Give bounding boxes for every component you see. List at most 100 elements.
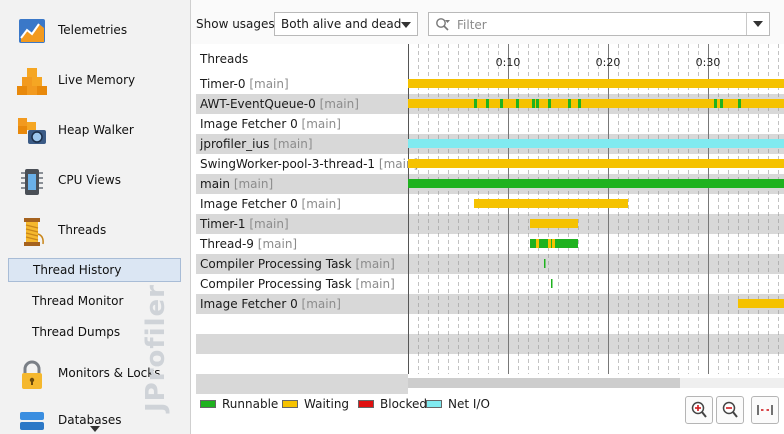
- sidebar-scroll-down-icon[interactable]: [90, 426, 100, 432]
- runnable-segment[interactable]: [474, 99, 477, 108]
- timeline-canvas[interactable]: 0:10 0:20 0:30: [408, 44, 784, 374]
- runnable-segment[interactable]: [486, 99, 489, 108]
- jprofiler-watermark: JProfiler: [126, 262, 186, 434]
- thread-name: SwingWorker-pool-3-thread-1 [main]: [200, 157, 418, 171]
- nav-cpu-views[interactable]: CPU Views: [0, 160, 190, 204]
- thread-name: Image Fetcher 0 [main]: [200, 297, 341, 311]
- thread-group: [main]: [249, 77, 289, 91]
- nav-live-memory[interactable]: Live Memory: [0, 60, 190, 104]
- nav-telemetries-label: Telemetries: [58, 23, 128, 37]
- thread-group: [main]: [233, 177, 274, 191]
- live-memory-icon: [17, 68, 47, 95]
- zoom-out-icon: [722, 401, 738, 418]
- horizontal-scrollbar[interactable]: [408, 378, 784, 388]
- sub-item-thread-monitor-label: Thread Monitor: [32, 294, 124, 308]
- show-usages-label: Show usages:: [196, 17, 279, 31]
- thread-row[interactable]: AWT-EventQueue-0 [main]: [196, 94, 408, 114]
- runnable-segment[interactable]: [578, 99, 581, 108]
- thread-group: [main]: [319, 97, 359, 111]
- thread-name-text: Image Fetcher 0: [200, 197, 298, 211]
- thread-row[interactable]: Compiler Processing Task [main]: [196, 254, 408, 274]
- thread-timeline[interactable]: 0:10 0:20 0:30: [408, 44, 784, 374]
- nav-heap-walker[interactable]: Heap Walker: [0, 110, 190, 154]
- row-stripe: [408, 254, 784, 274]
- thread-row[interactable]: Timer-1 [main]: [196, 214, 408, 234]
- fit-width-button[interactable]: [751, 396, 779, 424]
- thread-group: [main]: [355, 277, 395, 291]
- thread-row[interactable]: main [main]: [196, 174, 408, 194]
- waiting-segment[interactable]: [552, 239, 555, 248]
- legend-swatch: [282, 400, 298, 408]
- filter-input[interactable]: [455, 15, 749, 35]
- thread-group: [main]: [301, 297, 341, 311]
- threads-column-header[interactable]: Threads: [196, 44, 408, 74]
- thread-row[interactable]: Thread-9 [main]: [196, 234, 408, 254]
- thread-row[interactable]: Image Fetcher 0 [main]: [196, 194, 408, 214]
- filter-field[interactable]: [428, 12, 770, 36]
- runnable-segment[interactable]: [551, 279, 553, 288]
- thread-name: main [main]: [200, 177, 273, 191]
- thread-name-text: Timer-1: [200, 217, 246, 231]
- thread-name: Image Fetcher 0 [main]: [200, 197, 341, 211]
- runnable-segment[interactable]: [714, 99, 717, 108]
- runnable-segment[interactable]: [738, 99, 741, 108]
- legend-label: Net I/O: [448, 397, 490, 411]
- waiting-segment[interactable]: [536, 239, 539, 248]
- thread-state-bar[interactable]: [530, 219, 578, 228]
- thread-name-text: Thread-9: [200, 237, 254, 251]
- runnable-segment[interactable]: [516, 99, 519, 108]
- thread-state-bar[interactable]: [474, 199, 628, 208]
- thread-name-text: Timer-0: [200, 77, 246, 91]
- thread-name-text: main: [200, 177, 230, 191]
- runnable-segment[interactable]: [536, 99, 539, 108]
- thread-group: [main]: [301, 197, 341, 211]
- runnable-segment[interactable]: [544, 259, 546, 268]
- thread-row[interactable]: Image Fetcher 0 [main]: [196, 294, 408, 314]
- thread-name-text: Compiler Processing Task: [200, 277, 352, 291]
- thread-state-bar[interactable]: [408, 139, 784, 148]
- telemetries-icon: [19, 19, 45, 43]
- filter-history-dropdown[interactable]: [746, 13, 769, 35]
- thread-state-bar[interactable]: [408, 179, 784, 188]
- search-filter-icon: [436, 18, 450, 31]
- thread-row[interactable]: Timer-0 [main]: [196, 74, 408, 94]
- time-tick-label: 0:30: [696, 56, 721, 69]
- thread-row[interactable]: jprofiler_ius [main]: [196, 134, 408, 154]
- thread-name: AWT-EventQueue-0 [main]: [200, 97, 359, 111]
- thread-row[interactable]: Compiler Processing Task [main]: [196, 274, 408, 294]
- show-usages-select[interactable]: Both alive and dead: [274, 12, 418, 36]
- thread-name: Timer-1 [main]: [200, 217, 289, 231]
- thread-name-text: Image Fetcher 0: [200, 297, 298, 311]
- lock-icon: [22, 360, 42, 389]
- runnable-segment[interactable]: [500, 99, 503, 108]
- thread-name: Timer-0 [main]: [200, 77, 289, 91]
- legend-swatch: [426, 400, 442, 408]
- nav-threads[interactable]: Threads: [0, 210, 190, 254]
- thread-group: [main]: [249, 217, 289, 231]
- thread-state-bar[interactable]: [408, 159, 784, 168]
- waiting-segment[interactable]: [548, 239, 551, 248]
- nav-cpu-views-label: CPU Views: [58, 173, 121, 187]
- runnable-segment[interactable]: [568, 99, 571, 108]
- zoom-out-button[interactable]: [716, 396, 744, 424]
- thread-state-bar[interactable]: [408, 79, 784, 88]
- thread-name: jprofiler_ius [main]: [200, 137, 313, 151]
- runnable-segment[interactable]: [720, 99, 723, 108]
- thread-name-text: AWT-EventQueue-0: [200, 97, 316, 111]
- thread-name: Thread-9 [main]: [200, 237, 297, 251]
- thread-state-bar[interactable]: [738, 299, 784, 308]
- heap-walker-icon: [18, 118, 46, 144]
- runnable-segment[interactable]: [548, 99, 551, 108]
- legend-label: Waiting: [304, 397, 350, 411]
- scrollbar-thumb[interactable]: [408, 378, 680, 388]
- runnable-segment[interactable]: [532, 99, 535, 108]
- row-stripe: [408, 334, 784, 354]
- threads-header-label: Threads: [200, 52, 249, 66]
- thread-row[interactable]: SwingWorker-pool-3-thread-1 [main]: [196, 154, 418, 174]
- thread-row[interactable]: Image Fetcher 0 [main]: [196, 114, 408, 134]
- zoom-in-button[interactable]: [685, 396, 713, 424]
- zoom-in-icon: [691, 401, 707, 418]
- sub-item-thread-dumps-label: Thread Dumps: [32, 325, 121, 339]
- nav-telemetries[interactable]: Telemetries: [0, 10, 190, 54]
- thread-state-bar[interactable]: [408, 99, 784, 108]
